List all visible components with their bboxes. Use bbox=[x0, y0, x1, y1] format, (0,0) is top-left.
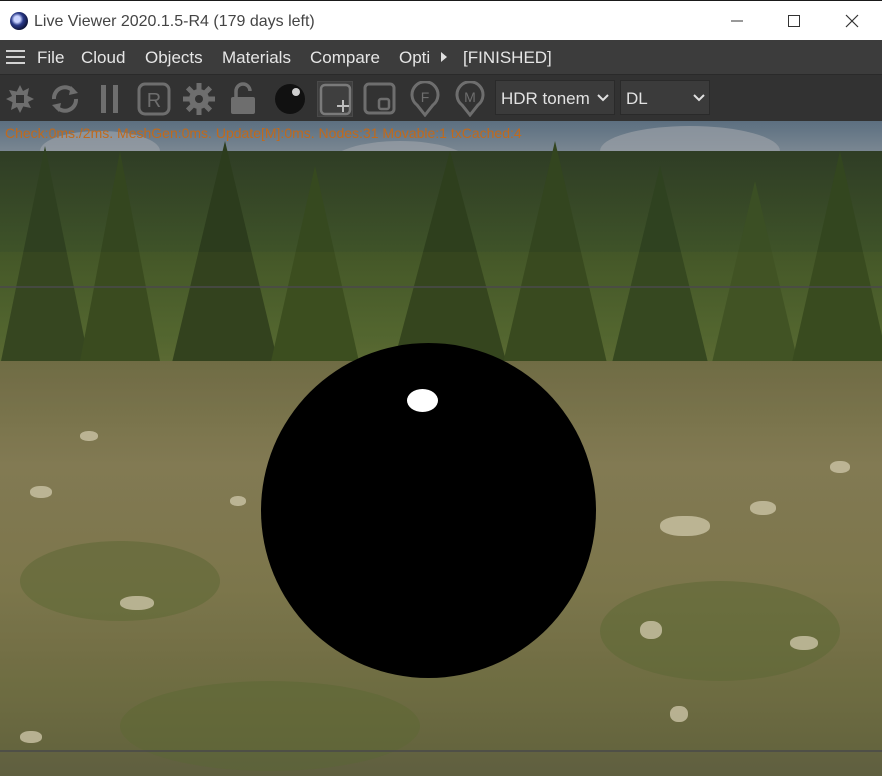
menu-options[interactable]: Opti bbox=[399, 48, 430, 68]
chevron-down-icon bbox=[693, 94, 705, 102]
tonemap-value: HDR tonem bbox=[501, 89, 590, 108]
svg-text:F: F bbox=[421, 89, 430, 105]
region-small-icon[interactable] bbox=[362, 81, 398, 117]
kernel-select[interactable]: DL bbox=[620, 80, 710, 115]
render-stats-overlay: Check:0ms./2ms. MeshGen:0ms. Update[M]:0… bbox=[5, 125, 522, 141]
focus-f-icon[interactable]: F bbox=[407, 80, 443, 118]
add-region-icon[interactable] bbox=[317, 81, 353, 117]
minimize-button[interactable] bbox=[714, 5, 760, 37]
guide-line-top bbox=[0, 286, 882, 288]
menu-overflow-arrow-icon[interactable] bbox=[441, 52, 447, 62]
app-logo-icon bbox=[10, 12, 28, 30]
settings-gear-icon[interactable] bbox=[181, 81, 217, 117]
close-button[interactable] bbox=[829, 5, 875, 37]
lock-open-icon[interactable] bbox=[226, 81, 262, 117]
maximize-button[interactable] bbox=[771, 5, 817, 37]
svg-text:R: R bbox=[147, 90, 161, 112]
minimize-icon bbox=[731, 20, 743, 22]
tonemap-select[interactable]: HDR tonem bbox=[495, 80, 615, 115]
refresh-icon[interactable] bbox=[47, 81, 83, 117]
menu-cloud[interactable]: Cloud bbox=[81, 48, 125, 68]
menu-file[interactable]: File bbox=[37, 48, 64, 68]
render-status: [FINISHED] bbox=[463, 48, 552, 67]
material-pick-m-icon[interactable]: M bbox=[452, 80, 488, 118]
menu-compare[interactable]: Compare bbox=[310, 48, 380, 68]
render-viewport[interactable]: Check:0ms./2ms. MeshGen:0ms. Update[M]:0… bbox=[0, 121, 882, 776]
material-sphere-icon[interactable] bbox=[272, 81, 308, 117]
hamburger-menu-icon[interactable] bbox=[6, 49, 26, 65]
guide-line-bottom bbox=[0, 750, 882, 752]
chevron-down-icon bbox=[597, 94, 609, 102]
kernel-value: DL bbox=[626, 89, 648, 108]
toolbar: R F M HDR tonem DL bbox=[0, 74, 882, 121]
close-icon bbox=[845, 14, 859, 28]
maximize-icon bbox=[788, 15, 800, 27]
menu-bar: File Cloud Objects Materials Compare Opt… bbox=[0, 40, 882, 74]
aperture-icon[interactable] bbox=[2, 81, 38, 117]
menu-materials[interactable]: Materials bbox=[222, 48, 291, 68]
menu-objects[interactable]: Objects bbox=[145, 48, 203, 68]
region-r-icon[interactable]: R bbox=[136, 81, 172, 117]
pause-icon[interactable] bbox=[92, 81, 128, 117]
specular-highlight bbox=[407, 389, 438, 412]
window-title: Live Viewer 2020.1.5-R4 (179 days left) bbox=[34, 13, 315, 30]
title-bar: Live Viewer 2020.1.5-R4 (179 days left) bbox=[0, 0, 882, 40]
svg-text:M: M bbox=[464, 89, 476, 105]
